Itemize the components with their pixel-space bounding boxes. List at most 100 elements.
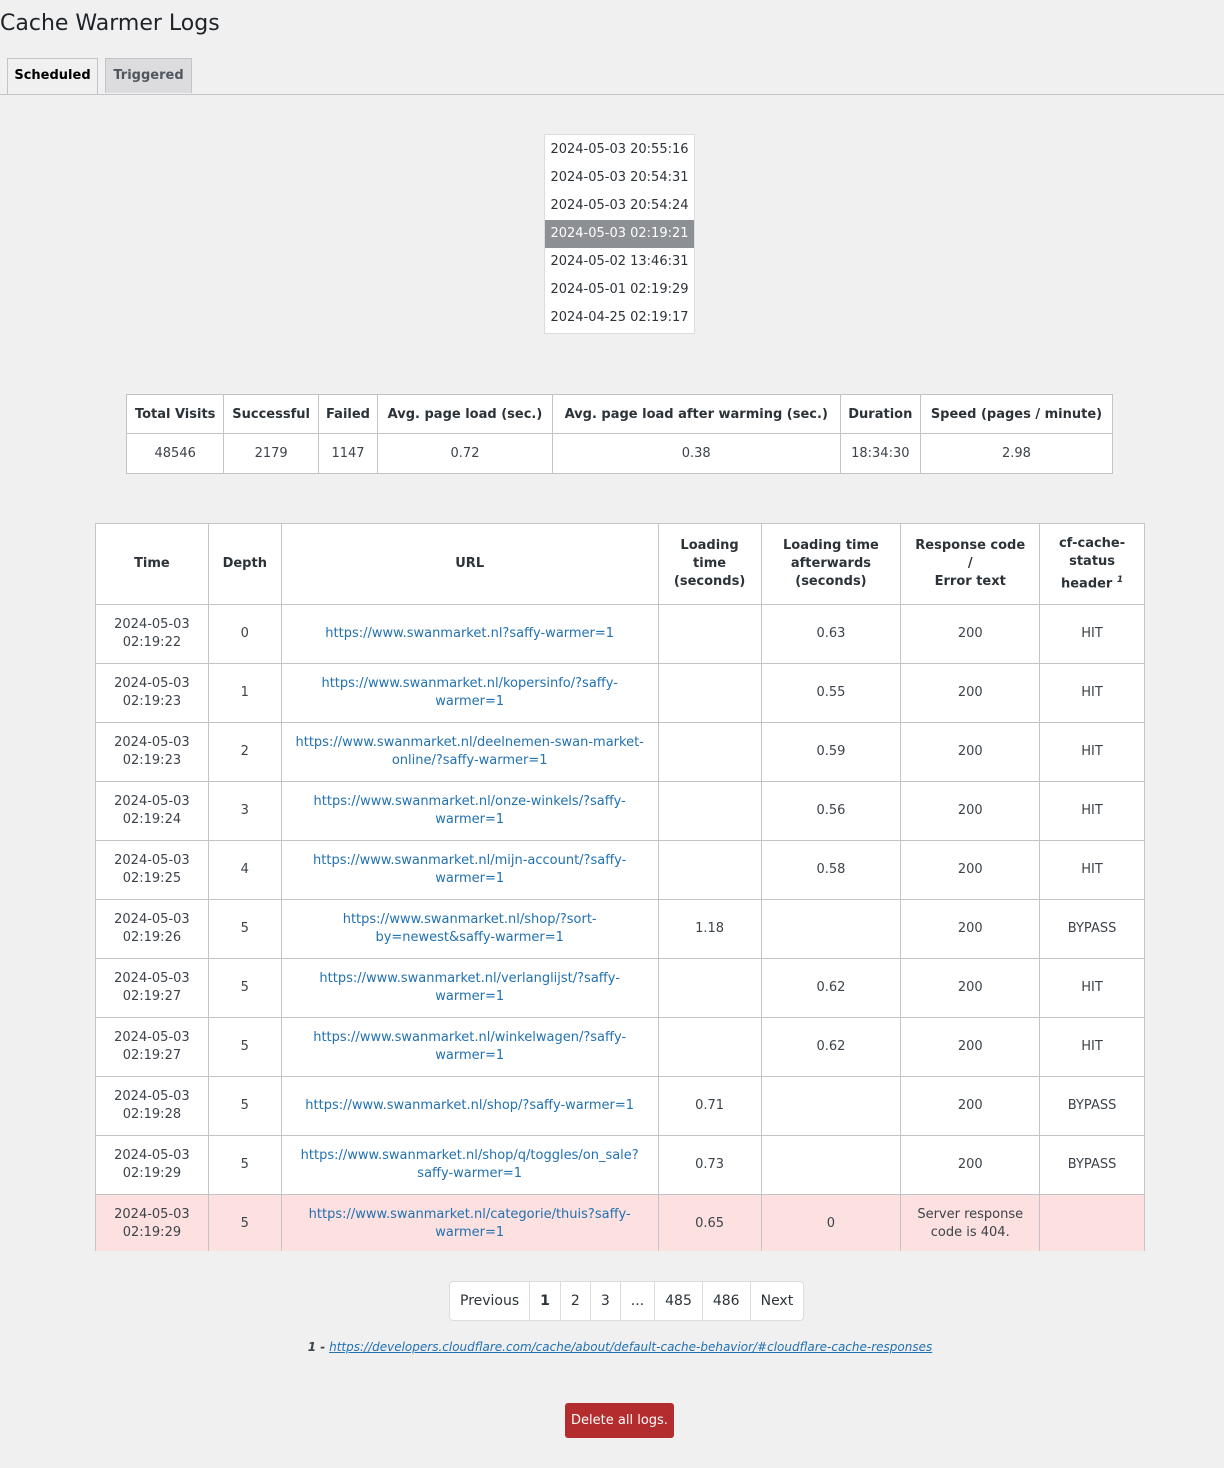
cell-loading-time: [657, 781, 762, 841]
cell-response: 200: [900, 958, 1041, 1018]
run-option[interactable]: 2024-05-02 13:46:31: [545, 248, 694, 276]
pagination-page[interactable]: 485: [655, 1282, 703, 1320]
cell-url: https://www.swanmarket.nl/verlanglijst/?…: [280, 958, 659, 1018]
cell-cf-cache-status: HIT: [1039, 722, 1145, 782]
run-option[interactable]: 2024-05-03 20:54:24: [545, 192, 694, 220]
cell-response: 200: [900, 1135, 1041, 1195]
cell-time: 2024-05-03 02:19:29: [95, 1194, 209, 1251]
summary-successful: 2179: [223, 433, 319, 474]
footnote: 1 - https://developers.cloudflare.com/ca…: [0, 1340, 1224, 1354]
cell-loading-after: [760, 1135, 902, 1195]
log-table: Time Depth URL Loading time (seconds) Load…: [95, 523, 1145, 1251]
cell-loading-after: 0.58: [760, 840, 902, 900]
pagination-next[interactable]: Next: [751, 1282, 804, 1320]
run-select-list[interactable]: 2024-05-03 20:55:16 2024-05-03 20:54:31 …: [544, 134, 695, 334]
footnote-number: 1 -: [307, 1340, 326, 1354]
pagination-page[interactable]: 486: [703, 1282, 751, 1320]
pagination-page[interactable]: 3: [591, 1282, 621, 1320]
url-link[interactable]: https://www.swanmarket.nl/onze-winkels/?…: [314, 794, 626, 827]
url-link[interactable]: https://www.swanmarket.nl/mijn-account/?…: [313, 853, 626, 886]
cell-depth: 1: [207, 663, 282, 723]
cell-depth: 5: [207, 1076, 282, 1136]
cell-cf-cache-status: HIT: [1039, 663, 1145, 723]
cell-response: 200: [900, 1017, 1041, 1077]
pagination-previous[interactable]: Previous: [450, 1282, 531, 1320]
url-link[interactable]: https://www.swanmarket.nl/shop/?saffy-wa…: [305, 1098, 634, 1113]
summary-header-avg-load: Avg. page load (sec.): [377, 394, 553, 434]
table-row: 2024-05-03 02:19:27 5 https://www.swanmarke…: [95, 958, 1145, 1018]
cell-time: 2024-05-03 02:19:24: [95, 781, 209, 841]
tab-triggered[interactable]: Triggered: [105, 58, 192, 93]
cell-url: https://www.swanmarket.nl/onze-winkels/?…: [280, 781, 659, 841]
url-link[interactable]: https://www.swanmarket.nl/kopersinfo/?sa…: [321, 676, 617, 709]
col-header-depth: Depth: [207, 523, 282, 605]
cell-loading-after: 0: [760, 1194, 902, 1251]
run-option[interactable]: 2024-05-03 20:55:16: [545, 136, 694, 164]
cell-cf-cache-status: HIT: [1039, 1017, 1145, 1077]
cell-loading-time: [657, 604, 762, 664]
table-row: 2024-05-03 02:19:27 5 https://www.swanmarke…: [95, 1017, 1145, 1077]
summary-total-visits: 48546: [125, 433, 225, 474]
col-header-response: Response code / Error text: [900, 523, 1041, 605]
cell-url: https://www.swanmarket.nl/shop/?sort-by=…: [280, 899, 659, 959]
page-title: Cache Warmer Logs: [0, 11, 220, 36]
cell-loading-time: 0.65: [657, 1194, 762, 1251]
cell-cf-cache-status: HIT: [1039, 958, 1145, 1018]
col-header-cf-cache: cf-cache-status header 1: [1039, 523, 1145, 605]
url-link[interactable]: https://www.swanmarket.nl/shop/?sort-by=…: [343, 912, 597, 945]
cell-url: https://www.swanmarket.nl?saffy-warmer=1: [280, 604, 659, 664]
summary-failed: 1147: [317, 433, 379, 474]
cell-depth: 5: [207, 1017, 282, 1077]
tab-scheduled[interactable]: Scheduled: [7, 58, 98, 94]
run-option[interactable]: 2024-05-03 20:54:31: [545, 164, 694, 192]
cell-time: 2024-05-03 02:19:26: [95, 899, 209, 959]
cell-cf-cache-status: HIT: [1039, 840, 1145, 900]
cell-cf-cache-status: BYPASS: [1039, 899, 1145, 959]
pagination-page-current[interactable]: 1: [530, 1282, 561, 1320]
cell-response: 200: [900, 722, 1041, 782]
cell-loading-time: [657, 840, 762, 900]
footnote-link[interactable]: https://developers.cloudflare.com/cache/…: [329, 1340, 932, 1354]
run-option[interactable]: 2024-04-25 02:19:17: [545, 304, 694, 332]
cell-time: 2024-05-03 02:19:29: [95, 1135, 209, 1195]
cell-loading-after: 0.62: [760, 1017, 902, 1077]
summary-header-failed: Failed: [317, 394, 379, 434]
summary-duration: 18:34:30: [839, 433, 921, 474]
table-row: 2024-05-03 02:19:23 1 https://www.swanmarke…: [95, 663, 1145, 723]
summary-header-speed: Speed (pages / minute): [919, 394, 1114, 434]
url-link[interactable]: https://www.swanmarket.nl/categorie/thui…: [309, 1207, 631, 1240]
cell-loading-after: 0.62: [760, 958, 902, 1018]
log-table-scroll[interactable]: Time Depth URL Loading time (seconds) Load…: [95, 523, 1145, 1251]
cell-response: 200: [900, 840, 1041, 900]
cell-url: https://www.swanmarket.nl/categorie/thui…: [280, 1194, 659, 1251]
pagination-page[interactable]: 2: [561, 1282, 591, 1320]
col-header-loading-after: Loading time afterwards (seconds): [760, 523, 902, 605]
url-link[interactable]: https://www.swanmarket.nl/verlanglijst/?…: [319, 971, 620, 1004]
summary-header-duration: Duration: [839, 394, 921, 434]
cell-loading-after: [760, 1076, 902, 1136]
col-header-url: URL: [280, 523, 659, 605]
cell-response: Server response code is 404.: [900, 1194, 1041, 1251]
cell-url: https://www.swanmarket.nl/winkelwagen/?s…: [280, 1017, 659, 1077]
cell-time: 2024-05-03 02:19:22: [95, 604, 209, 664]
cell-response: 200: [900, 899, 1041, 959]
delete-all-logs-button[interactable]: Delete all logs.: [565, 1403, 674, 1438]
table-row: 2024-05-03 02:19:29 5 https://www.swanmarke…: [95, 1135, 1145, 1195]
cell-depth: 5: [207, 899, 282, 959]
url-link[interactable]: https://www.swanmarket.nl?saffy-warmer=1: [325, 626, 614, 641]
cell-loading-time: [657, 1017, 762, 1077]
cell-response: 200: [900, 604, 1041, 664]
cell-loading-time: [657, 958, 762, 1018]
summary-speed: 2.98: [919, 433, 1114, 474]
summary-table: Total Visits Successful Failed Avg. page…: [125, 394, 1114, 474]
cell-depth: 2: [207, 722, 282, 782]
url-link[interactable]: https://www.swanmarket.nl/winkelwagen/?s…: [313, 1030, 626, 1063]
url-link[interactable]: https://www.swanmarket.nl/deelnemen-swan…: [296, 735, 644, 768]
table-row: 2024-05-03 02:19:26 5 https://www.swanmarke…: [95, 899, 1145, 959]
run-option-selected[interactable]: 2024-05-03 02:19:21: [545, 220, 694, 248]
cell-depth: 5: [207, 958, 282, 1018]
pagination: Previous 1 2 3 ... 485 486 Next: [449, 1281, 805, 1321]
cell-url: https://www.swanmarket.nl/kopersinfo/?sa…: [280, 663, 659, 723]
url-link[interactable]: https://www.swanmarket.nl/shop/q/toggles…: [301, 1148, 639, 1181]
run-option[interactable]: 2024-05-01 02:19:29: [545, 276, 694, 304]
